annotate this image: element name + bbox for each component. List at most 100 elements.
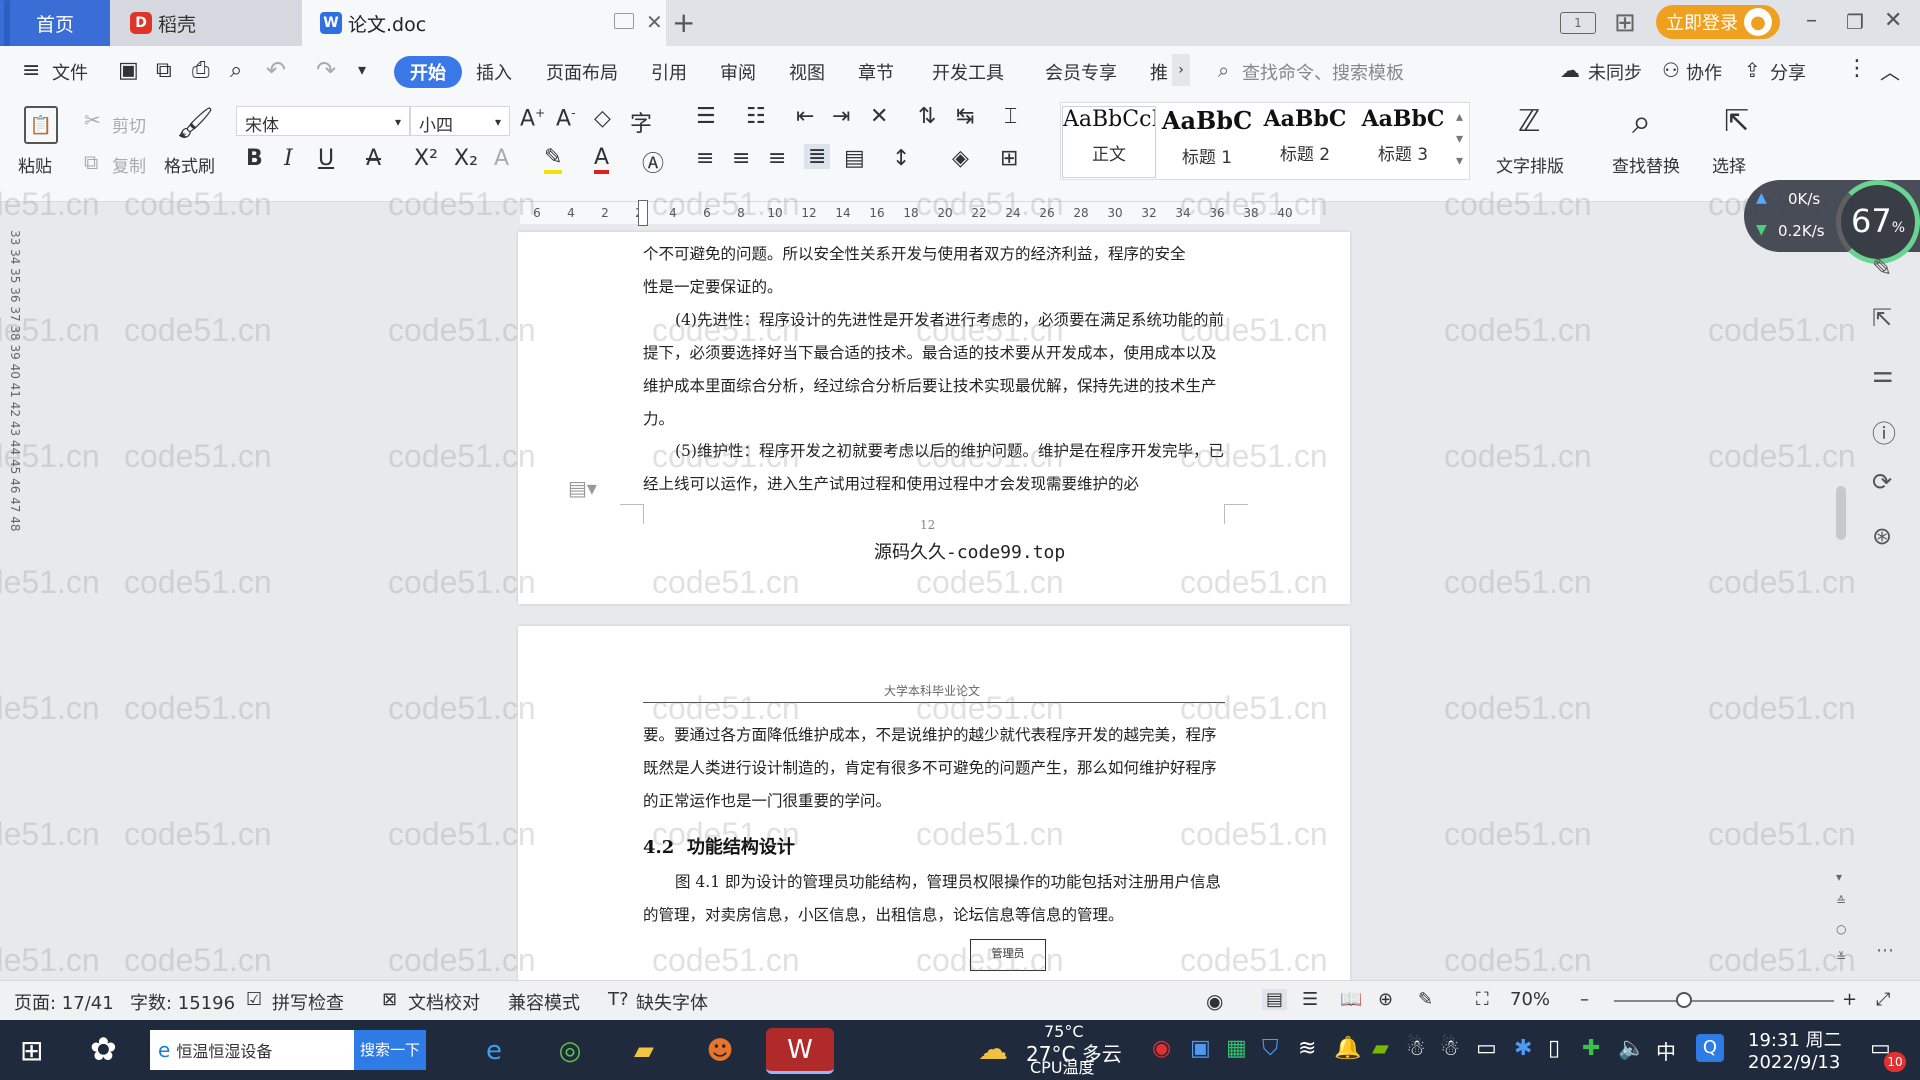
tray-icon-1[interactable]: ◉ xyxy=(1152,1036,1171,1061)
zoom-in-icon[interactable]: + xyxy=(1842,989,1857,1010)
outline-view-icon[interactable]: ☰ xyxy=(1302,989,1318,1010)
word-count[interactable]: 字数: 15196 xyxy=(130,989,235,1015)
menu-reference[interactable]: 引用 xyxy=(651,59,687,85)
hamburger-icon[interactable]: ≡ xyxy=(22,58,40,83)
page-indicator[interactable]: 页面: 17/41 xyxy=(14,989,114,1015)
style-normal[interactable]: AaBbCcI 正文 xyxy=(1062,106,1156,178)
volume-icon[interactable]: 🔈 xyxy=(1618,1036,1645,1061)
eye-protection-icon[interactable]: ◉ xyxy=(1206,989,1223,1013)
game-app-icon[interactable]: ☻ xyxy=(692,1028,748,1074)
cursor-select-icon[interactable]: ⇱ xyxy=(1872,304,1892,332)
menu-member[interactable]: 会员专享 xyxy=(1045,59,1117,85)
bold-icon[interactable]: B xyxy=(246,146,263,171)
sync-status[interactable]: 未同步 xyxy=(1588,59,1642,85)
style-heading-1[interactable]: AaBbC 标题 1 xyxy=(1160,106,1254,178)
qq-icon-1[interactable]: ☃ xyxy=(1406,1036,1426,1061)
assistant-app-icon[interactable]: ✿ xyxy=(90,1030,117,1068)
spell-check-button[interactable]: 拼写检查 xyxy=(272,989,344,1015)
browser-360-icon[interactable]: ◎ xyxy=(542,1028,598,1074)
cut-button[interactable]: 剪切 xyxy=(112,112,146,137)
wps-taskbar-icon[interactable]: W xyxy=(766,1028,834,1074)
tab-home[interactable]: 首页 xyxy=(0,0,110,46)
undo-icon[interactable]: ↶ xyxy=(266,56,286,84)
location-icon[interactable]: ⊛ xyxy=(1872,522,1892,550)
network-monitor-widget[interactable]: ▲ 0K/s ▼ 0.2K/s 67% xyxy=(1744,180,1920,264)
vertical-scrollbar-thumb[interactable] xyxy=(1836,486,1846,540)
restore-icon[interactable]: ❐ xyxy=(1846,10,1864,34)
windows-start-icon[interactable]: ⊞ xyxy=(20,1034,43,1067)
text-layout-button[interactable]: 文字排版 xyxy=(1496,152,1564,177)
print-icon[interactable]: ⎙ xyxy=(192,58,210,83)
paste-button[interactable]: 粘贴 xyxy=(18,152,52,177)
font-size-select[interactable]: 小四 ▾ xyxy=(410,106,510,136)
quick-access-dropdown-icon[interactable]: ▾ xyxy=(358,60,366,79)
select-browse-icon[interactable]: ○ xyxy=(1836,922,1846,936)
fullscreen-icon[interactable]: ⤢ xyxy=(1876,989,1890,1010)
notification-bell-icon[interactable]: 🔔 xyxy=(1334,1036,1361,1061)
increase-font-icon[interactable]: A+ xyxy=(520,106,545,131)
char-border-icon[interactable]: Ⓐ xyxy=(642,146,664,178)
copy-button[interactable]: 复制 xyxy=(112,152,146,177)
tray-icon-3[interactable]: ▦ xyxy=(1226,1036,1247,1061)
bluetooth-icon[interactable]: ✱ xyxy=(1514,1036,1532,1061)
paragraph-layout-icon[interactable]: ▤▾ xyxy=(568,476,597,500)
web-view-icon[interactable]: ⊕ xyxy=(1378,989,1393,1010)
write-view-icon[interactable]: ✎ xyxy=(1418,989,1433,1010)
login-button[interactable]: 立即登录 ● xyxy=(1656,5,1780,39)
search-command-input[interactable]: 查找命令、搜索模板 xyxy=(1242,59,1404,85)
find-replace-button[interactable]: 查找替换 xyxy=(1612,152,1680,177)
ime-indicator[interactable]: 中 xyxy=(1656,1036,1676,1065)
zoom-slider-thumb[interactable] xyxy=(1676,992,1692,1008)
prev-page-icon[interactable]: ≙ xyxy=(1836,894,1846,908)
align-center-icon[interactable]: ≡ xyxy=(732,146,750,171)
minimize-icon[interactable]: – xyxy=(1806,8,1817,33)
fit-page-icon[interactable]: ⛶ xyxy=(1476,989,1489,1010)
ruler-indent-marker[interactable] xyxy=(638,200,648,226)
align-left-icon[interactable]: ≡ xyxy=(696,146,714,171)
numbered-list-icon[interactable]: ☷ xyxy=(746,104,766,129)
increase-indent-icon[interactable]: ⇥ xyxy=(832,104,850,129)
redo-icon[interactable]: ↷ xyxy=(316,56,336,84)
tab-document[interactable]: W 论文.doc ✕ xyxy=(302,0,666,46)
monitor-icon[interactable] xyxy=(614,13,634,29)
style-gallery-scroll-icon[interactable]: ▴ ▾ ▾ xyxy=(1456,106,1463,172)
style-heading-2[interactable]: AaBbC 标题 2 xyxy=(1258,106,1352,178)
collab-button[interactable]: 协作 xyxy=(1686,59,1722,85)
new-tab-icon[interactable]: + xyxy=(672,6,695,39)
zoom-out-icon[interactable]: – xyxy=(1580,989,1589,1010)
input-method-icon[interactable]: Q xyxy=(1696,1034,1724,1062)
menu-devtools[interactable]: 开发工具 xyxy=(932,59,1004,85)
save-icon[interactable]: ▣ xyxy=(118,58,139,83)
shield-icon[interactable]: ⛉ xyxy=(1262,1036,1279,1061)
line-spacing-icon[interactable]: ↕ xyxy=(892,146,910,171)
close-tab-icon[interactable]: ✕ xyxy=(646,10,663,34)
borders-icon[interactable]: ⊞ xyxy=(1000,146,1018,171)
menu-insert[interactable]: 插入 xyxy=(476,59,512,85)
strikethrough-icon[interactable]: A xyxy=(366,146,381,171)
missing-font-button[interactable]: 缺失字体 xyxy=(636,989,708,1015)
nvidia-icon[interactable]: ▰ xyxy=(1372,1036,1389,1061)
usb-icon[interactable]: ▯ xyxy=(1548,1036,1560,1061)
menu-file[interactable]: 文件 xyxy=(52,59,88,85)
scroll-down-icon[interactable]: ▾ xyxy=(1836,870,1842,884)
select-button[interactable]: 选择 xyxy=(1712,152,1746,177)
tray-icon-2[interactable]: ▣ xyxy=(1190,1036,1211,1061)
pinyin-guide-icon[interactable]: 字 xyxy=(630,106,652,138)
style-heading-3[interactable]: AaBbC 标题 3 xyxy=(1356,106,1450,178)
chinese-layout-icon[interactable]: ✕ xyxy=(870,104,888,129)
backup-icon[interactable]: ⟳ xyxy=(1872,468,1892,496)
menu-page-layout[interactable]: 页面布局 xyxy=(546,59,618,85)
shading-icon[interactable]: ◈ xyxy=(952,146,969,171)
decrease-font-icon[interactable]: A- xyxy=(556,106,575,131)
page-view-icon[interactable]: ▤ xyxy=(1262,989,1288,1010)
more-tools-icon[interactable]: ⋯ xyxy=(1876,940,1894,961)
file-explorer-icon[interactable]: ▰ xyxy=(616,1028,672,1074)
zoom-slider-track[interactable] xyxy=(1614,1000,1834,1002)
italic-icon[interactable]: I xyxy=(284,146,293,171)
ie-browser-icon[interactable]: e xyxy=(466,1028,522,1074)
menu-start[interactable]: 开始 xyxy=(394,56,462,88)
superscript-icon[interactable]: X² xyxy=(414,146,438,171)
doc-check-button[interactable]: 文档校对 xyxy=(408,989,480,1015)
underline-icon[interactable]: U xyxy=(318,146,334,171)
export-icon[interactable]: ⧉ xyxy=(156,58,172,83)
